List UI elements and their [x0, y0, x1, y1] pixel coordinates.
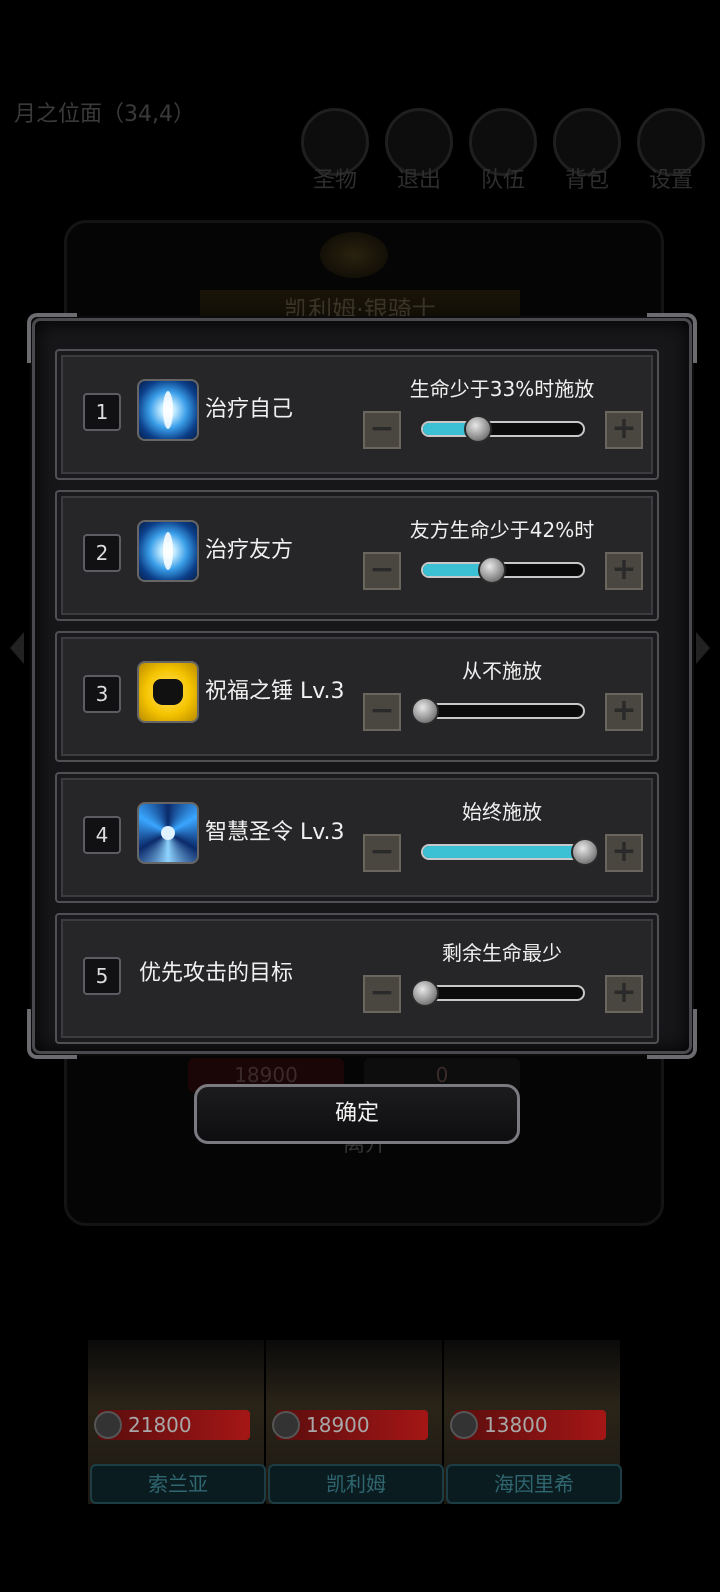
slider-knob[interactable]: [463, 415, 492, 443]
skill-rows: 1 治疗自己 生命少于33%时施放 − + 2 治疗友方 友方生命少于42%时 …: [55, 349, 659, 1054]
row-number: 3: [83, 675, 121, 713]
party-member: 18900 凯利姆: [266, 1340, 444, 1504]
setting-label: 从不施放: [462, 659, 542, 683]
plus-button[interactable]: +: [605, 834, 643, 872]
heal-icon: [137, 520, 199, 582]
minus-button[interactable]: −: [363, 411, 401, 449]
slider-knob[interactable]: [411, 979, 439, 1007]
emblem-icon: [320, 232, 388, 278]
skill-name: 治疗友方: [205, 538, 294, 563]
plus-button[interactable]: +: [605, 975, 643, 1013]
setting-slider[interactable]: [421, 556, 585, 584]
skill-row: 5 优先攻击的目标 剩余生命最少 − +: [55, 913, 659, 1044]
menu-relics: 圣物: [300, 108, 370, 194]
hp-bar: 21800: [94, 1410, 250, 1440]
skill-name: 治疗自己: [205, 397, 294, 422]
party-member-name: 凯利姆: [268, 1464, 444, 1504]
top-menu: 圣物 退出 队伍 背包 设置: [300, 108, 706, 194]
setting-slider[interactable]: [411, 979, 585, 1007]
minus-button[interactable]: −: [363, 693, 401, 731]
party-member-name: 索兰亚: [90, 1464, 266, 1504]
party-portraits: 21800 索兰亚 18900 凯利姆 13800 海因里希: [88, 1340, 622, 1504]
row-number: 2: [83, 534, 121, 572]
setting-label: 剩余生命最少: [442, 941, 562, 965]
setting-label: 生命少于33%时施放: [409, 377, 595, 401]
heal-icon: [137, 379, 199, 441]
skill-row: 1 治疗自己 生命少于33%时施放 − +: [55, 349, 659, 480]
slider-knob[interactable]: [411, 697, 439, 725]
sword-icon: [94, 1411, 122, 1439]
menu-team: 队伍: [468, 108, 538, 194]
skill-row: 2 治疗友方 友方生命少于42%时 − +: [55, 490, 659, 621]
plus-button[interactable]: +: [605, 552, 643, 590]
plus-button[interactable]: +: [605, 693, 643, 731]
plus-button[interactable]: +: [605, 411, 643, 449]
party-member-name: 海因里希: [446, 1464, 622, 1504]
skill-row: 4 智慧圣令 Lv.3 始终施放 − +: [55, 772, 659, 903]
arrow-right-icon: [696, 632, 710, 664]
hp-bar: 18900: [272, 1410, 428, 1440]
setting-slider[interactable]: [421, 838, 599, 866]
confirm-button[interactable]: 确定: [194, 1084, 520, 1144]
minus-button[interactable]: −: [363, 975, 401, 1013]
slider-knob[interactable]: [571, 838, 599, 866]
row-number: 4: [83, 816, 121, 854]
arrow-left-icon: [10, 632, 24, 664]
setting-slider[interactable]: [421, 415, 585, 443]
skill-name: 祝福之锤 Lv.3: [205, 679, 345, 704]
skill-settings-dialog: 1 治疗自己 生命少于33%时施放 − + 2 治疗友方 友方生命少于42%时 …: [27, 313, 697, 1059]
minus-button[interactable]: −: [363, 552, 401, 590]
skill-row: 3 祝福之锤 Lv.3 从不施放 − +: [55, 631, 659, 762]
row-number: 5: [83, 957, 121, 995]
party-member: 21800 索兰亚: [88, 1340, 266, 1504]
slider-fill: [423, 846, 583, 858]
menu-exit: 退出: [384, 108, 454, 194]
party-member: 13800 海因里希: [444, 1340, 622, 1504]
setting-label: 友方生命少于42%时: [409, 518, 595, 542]
location-label: 月之位面（34,4）: [14, 102, 195, 127]
minus-button[interactable]: −: [363, 834, 401, 872]
slider-knob[interactable]: [478, 556, 507, 584]
setting-label: 始终施放: [462, 800, 542, 824]
sword-icon: [272, 1411, 300, 1439]
fist-icon: [137, 661, 199, 723]
menu-settings: 设置: [636, 108, 706, 194]
skill-name: 优先攻击的目标: [139, 961, 294, 986]
swirl-icon: [137, 802, 199, 864]
setting-slider[interactable]: [411, 697, 585, 725]
skill-name: 智慧圣令 Lv.3: [205, 820, 345, 845]
menu-bag: 背包: [552, 108, 622, 194]
sword-icon: [450, 1411, 478, 1439]
row-number: 1: [83, 393, 121, 431]
hp-bar: 13800: [450, 1410, 606, 1440]
